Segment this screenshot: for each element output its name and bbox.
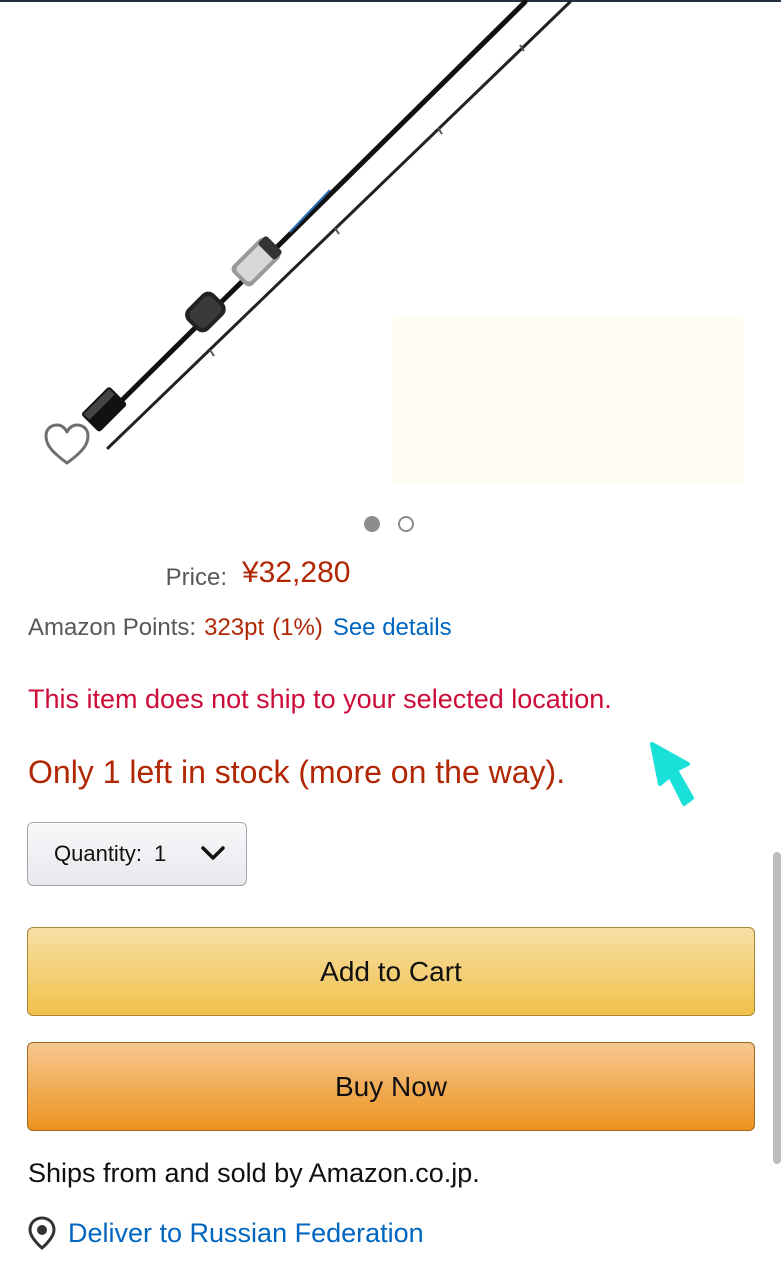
image-highlight-overlay — [393, 318, 743, 483]
points-percent: (1%) — [272, 614, 323, 641]
carousel-dots — [364, 516, 414, 532]
heart-outline-icon[interactable] — [42, 420, 92, 470]
carousel-dot-inactive[interactable] — [398, 516, 414, 532]
points-row: Amazon Points: 323pt (1%) See details — [28, 614, 452, 642]
stock-status: Only 1 left in stock (more on the way). — [28, 754, 566, 790]
add-to-cart-button[interactable]: Add to Cart — [27, 927, 755, 1016]
quantity-label: Quantity: — [54, 841, 143, 866]
cursor-pointer-icon — [650, 742, 694, 806]
price-row: Price: ¥32,280 — [0, 556, 781, 596]
carousel-dot-active[interactable] — [364, 516, 380, 532]
seller-info: Ships from and sold by Amazon.co.jp. — [28, 1158, 480, 1188]
price-value: ¥32,280 — [242, 556, 351, 589]
see-details-link[interactable]: See details — [333, 614, 452, 641]
chevron-down-icon — [201, 846, 225, 860]
location-pin-icon — [28, 1216, 56, 1250]
scrollbar[interactable] — [773, 852, 781, 1164]
deliver-to-location[interactable]: Deliver to Russian Federation — [28, 1216, 424, 1250]
price-label: Price: — [165, 564, 227, 591]
buy-now-button[interactable]: Buy Now — [27, 1042, 755, 1131]
points-label: Amazon Points: — [28, 614, 197, 641]
quantity-dropdown[interactable]: Quantity: 1 — [27, 822, 247, 886]
quantity-value: 1 — [154, 841, 167, 866]
no-ship-alert: This item does not ship to your selected… — [28, 684, 612, 714]
deliver-location-link[interactable]: Deliver to Russian Federation — [68, 1218, 424, 1249]
points-value: 323pt — [204, 614, 265, 641]
